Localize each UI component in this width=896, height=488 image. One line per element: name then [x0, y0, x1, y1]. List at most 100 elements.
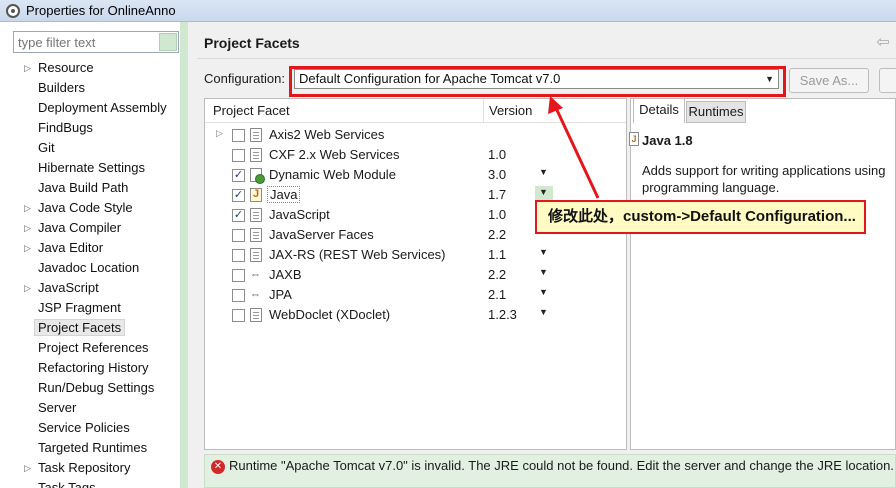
facet-version[interactable]: 1.1 [488, 247, 506, 262]
sidebar-item-run-debug-settings[interactable]: Run/Debug Settings [0, 378, 188, 398]
facet-version[interactable]: 1.0 [488, 147, 506, 162]
sidebar-item-git[interactable]: Git [0, 138, 188, 158]
expand-arrow-icon[interactable]: ▷ [24, 458, 34, 478]
back-arrow-icon[interactable]: ⇦ [872, 32, 894, 54]
chevron-down-icon[interactable]: ▼ [539, 187, 548, 197]
expand-arrow-icon[interactable]: ▷ [24, 238, 34, 258]
facet-version[interactable]: 2.1 [488, 287, 506, 302]
facet-checkbox[interactable] [232, 229, 245, 242]
filter-clear-icon[interactable] [159, 33, 177, 51]
error-icon: ✕ [211, 460, 225, 474]
sidebar-item-refactoring-history[interactable]: Refactoring History [0, 358, 188, 378]
sidebar-item-label: Service Policies [38, 420, 130, 435]
tab-runtimes[interactable]: Runtimes [686, 101, 746, 123]
arrows-icon: ⇔ [250, 289, 261, 301]
sidebar-scrollbar[interactable] [180, 22, 188, 488]
facet-checkbox[interactable]: ✓ [232, 209, 245, 222]
facet-row[interactable]: JAX-RS (REST Web Services) 1.1 ▼ [205, 245, 626, 265]
facet-row[interactable]: WebDoclet (XDoclet) 1.2.3 ▼ [205, 305, 626, 325]
sidebar-item-targeted-runtimes[interactable]: Targeted Runtimes [0, 438, 188, 458]
column-header-version[interactable]: Version [489, 103, 532, 118]
facet-checkbox[interactable] [232, 249, 245, 262]
chevron-down-icon[interactable]: ▼ [539, 287, 548, 297]
facet-row[interactable]: CXF 2.x Web Services 1.0 [205, 145, 626, 165]
sidebar-item-java-code-style[interactable]: ▷ Java Code Style [0, 198, 188, 218]
facet-checkbox[interactable] [232, 149, 245, 162]
chevron-down-icon[interactable]: ▼ [539, 167, 548, 177]
expand-arrow-icon[interactable]: ▷ [24, 58, 34, 78]
sidebar-item-java-compiler[interactable]: ▷ Java Compiler [0, 218, 188, 238]
sidebar-item-task-tags[interactable]: Task Tags [0, 478, 188, 488]
chevron-down-icon: ▼ [765, 74, 774, 84]
sidebar-item-hibernate-settings[interactable]: Hibernate Settings [0, 158, 188, 178]
sidebar-item-deployment-assembly[interactable]: Deployment Assembly [0, 98, 188, 118]
sidebar-item-label: Deployment Assembly [38, 100, 167, 115]
sidebar-item-project-references[interactable]: Project References [0, 338, 188, 358]
facet-name: JavaScript [269, 207, 330, 222]
column-header-facet[interactable]: Project Facet [213, 103, 290, 118]
facet-checkbox[interactable] [232, 129, 245, 142]
sidebar-item-javascript[interactable]: ▷ JavaScript [0, 278, 188, 298]
facet-row[interactable]: ⇔ JPA 2.1 ▼ [205, 285, 626, 305]
facet-version[interactable]: 1.0 [488, 207, 506, 222]
sidebar-item-project-facets[interactable]: Project Facets [0, 318, 188, 338]
chevron-down-icon[interactable]: ▼ [539, 307, 548, 317]
sidebar-item-label: Server [38, 400, 77, 415]
sidebar-item-java-editor[interactable]: ▷ Java Editor [0, 238, 188, 258]
facet-version[interactable]: 3.0 [488, 167, 506, 182]
configuration-value: Default Configuration for Apache Tomcat … [299, 71, 561, 86]
configuration-select[interactable]: Default Configuration for Apache Tomcat … [294, 69, 779, 89]
facet-version[interactable]: 1.2.3 [488, 307, 517, 322]
sidebar-item-task-repository[interactable]: ▷ Task Repository [0, 458, 188, 478]
expand-arrow-icon[interactable]: ▷ [24, 278, 34, 298]
expand-arrow-icon[interactable]: ▷ [216, 128, 223, 139]
configuration-label: Configuration: [204, 71, 285, 86]
facet-version[interactable]: 2.2 [488, 267, 506, 282]
chevron-down-icon[interactable]: ▼ [539, 267, 548, 277]
facet-name: WebDoclet (XDoclet) [269, 307, 391, 322]
expand-arrow-icon[interactable]: ▷ [24, 198, 34, 218]
filter-input[interactable] [13, 31, 179, 53]
annotation-callout: 修改此处，custom->Default Configuration... [535, 200, 866, 234]
expand-arrow-icon[interactable]: ▷ [24, 218, 34, 238]
facet-name: JPA [269, 287, 292, 302]
details-java-title: Java 1.8 [642, 133, 693, 148]
error-message: Runtime "Apache Tomcat v7.0" is invalid.… [229, 458, 894, 473]
sidebar-item-label: Java Code Style [38, 200, 133, 215]
delete-button[interactable] [879, 68, 896, 93]
page-title: Project Facets [204, 35, 300, 51]
facet-checkbox[interactable] [232, 269, 245, 282]
sidebar-item-findbugs[interactable]: FindBugs [0, 118, 188, 138]
facet-name: CXF 2.x Web Services [269, 147, 400, 162]
sidebar-item-builders[interactable]: Builders [0, 78, 188, 98]
sidebar-item-resource[interactable]: ▷ Resource [0, 58, 188, 78]
sidebar-item-label: Run/Debug Settings [38, 380, 155, 395]
sidebar-item-label: Java Build Path [38, 180, 129, 195]
facet-version[interactable]: 2.2 [488, 227, 506, 242]
sidebar-item-server[interactable]: Server [0, 398, 188, 418]
app-icon [6, 3, 20, 18]
divider [197, 58, 896, 59]
doc-icon [250, 128, 262, 142]
facet-checkbox[interactable] [232, 289, 245, 302]
doc-icon [250, 208, 262, 222]
sidebar-item-jsp-fragment[interactable]: JSP Fragment [0, 298, 188, 318]
facet-version[interactable]: 1.7 [488, 187, 506, 202]
facet-row[interactable]: ⇔ JAXB 2.2 ▼ [205, 265, 626, 285]
facet-checkbox[interactable]: ✓ [232, 169, 245, 182]
sidebar: ▷ Resource Builders Deployment Assembly Find… [0, 22, 188, 488]
facet-name: Axis2 Web Services [269, 127, 385, 142]
sidebar-item-label: Refactoring History [38, 360, 149, 375]
tab-details[interactable]: Details [633, 98, 685, 123]
sidebar-item-label: Java Editor [38, 240, 104, 255]
facet-checkbox[interactable]: ✓ [232, 189, 245, 202]
chevron-down-icon[interactable]: ▼ [539, 247, 548, 257]
facet-row[interactable]: ▷ Axis2 Web Services [205, 125, 626, 145]
sidebar-item-javadoc-location[interactable]: Javadoc Location [0, 258, 188, 278]
sidebar-item-service-policies[interactable]: Service Policies [0, 418, 188, 438]
save-as-button[interactable]: Save As... [789, 68, 869, 93]
sidebar-item-java-build-path[interactable]: Java Build Path [0, 178, 188, 198]
facet-checkbox[interactable] [232, 309, 245, 322]
sidebar-item-label: Task Repository [38, 460, 131, 475]
facet-row[interactable]: ✓ Dynamic Web Module 3.0 ▼ [205, 165, 626, 185]
